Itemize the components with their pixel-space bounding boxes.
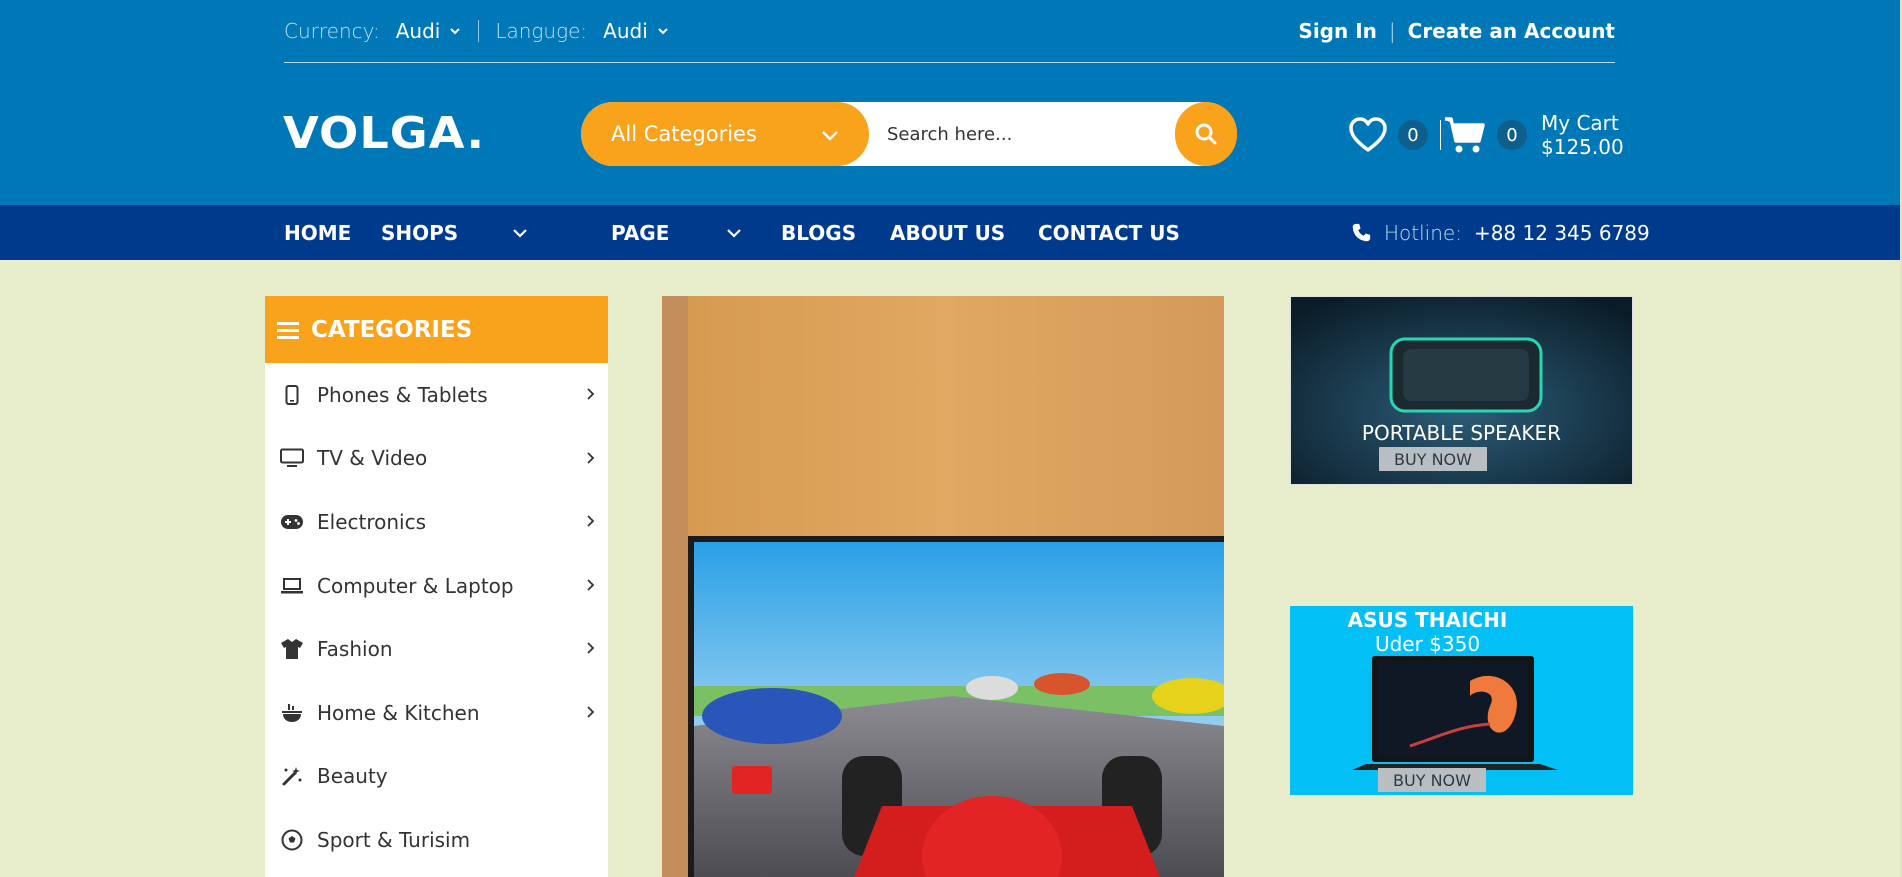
language-value: Audi [603,19,648,43]
category-label: TV & Video [317,446,428,471]
cart-icon[interactable] [1443,115,1487,155]
promo-banner-asus-thaichi[interactable]: ASUS THAICHI Uder $350 BUY NOW [1290,606,1633,795]
chevron-down-icon [658,28,668,35]
chevron-right-icon [587,706,595,718]
chevron-down-icon [450,28,461,35]
chevron-down-icon[interactable] [511,224,529,242]
site-logo[interactable]: VOLGA. [283,108,485,160]
search-bar: All Categories [581,102,1237,166]
nav-about-us[interactable]: ABOUT US [890,205,1005,260]
gamepad-icon [279,511,305,533]
cart-label: My Cart [1541,111,1619,135]
nav-shops[interactable]: SHOPS [381,205,458,260]
main-nav: HOME SHOPS PAGE BLOGS ABOUT US CONTACT U… [0,205,1900,260]
divider [478,20,480,42]
hotline-number[interactable]: +88 12 345 6789 [1474,221,1650,245]
chevron-right-icon [587,451,595,464]
magic-wand-icon [279,765,305,787]
category-item-sport-turisim[interactable]: Sport & Turisim [265,808,608,872]
laptop-icon [279,575,305,597]
category-item-beauty[interactable]: Beauty [265,745,608,809]
hotline-label: Hotline: [1384,220,1462,245]
divider: | [1388,19,1396,43]
nav-page[interactable]: PAGE [611,205,669,260]
category-label: Home & Kitchen [317,700,480,725]
tshirt-icon [279,638,305,660]
category-label: Electronics [317,509,427,534]
heart-icon[interactable] [1348,117,1388,153]
categories-title: CATEGORIES [311,316,473,343]
categories-sidebar: CATEGORIES Phones & Tablets TV & Video E… [265,296,608,877]
promo-title: PORTABLE SPEAKER [1361,421,1562,445]
category-label: Phones & Tablets [317,382,488,407]
chevron-right-icon [587,579,595,591]
currency-value: Audi [395,19,441,43]
header-actions: 0 0 My Cart $125.00 [1348,110,1624,160]
wishlist-count-badge: 0 [1398,120,1428,150]
category-item-fashion[interactable]: Fashion [265,617,608,681]
category-item-electronics[interactable]: Electronics [265,490,608,554]
buy-now-button[interactable]: BUY NOW [1378,768,1486,792]
category-label: Sport & Turisim [317,827,471,852]
hero-image [662,296,1224,877]
sign-in-link[interactable]: Sign In [1298,19,1376,43]
header-divider [284,62,1615,63]
category-dropdown[interactable]: All Categories [581,102,869,166]
category-label: Computer & Laptop [317,573,514,598]
phone-icon [279,384,305,406]
cart-summary[interactable]: My Cart $125.00 [1541,111,1624,159]
hero-banner[interactable] [662,296,1224,877]
promo-banner-portable-speaker[interactable]: PORTABLE SPEAKER BUY NOW [1290,296,1633,485]
site-header: Currency: Audi Languge: Audi Sign In | C… [0,0,1900,205]
search-input[interactable] [887,118,1177,150]
category-label: Fashion [317,637,393,662]
create-account-link[interactable]: Create an Account [1408,19,1615,43]
nav-home[interactable]: HOME [284,205,351,260]
category-label: Beauty [317,764,388,789]
chevron-right-icon [587,642,595,655]
chevron-down-icon [822,131,838,141]
nav-contact-us[interactable]: CONTACT US [1038,205,1180,260]
phone-call-icon [1352,223,1371,241]
soccer-ball-icon [279,829,305,851]
chevron-right-icon [587,515,595,527]
buy-now-button[interactable]: BUY NOW [1379,447,1487,471]
nav-blogs[interactable]: BLOGS [781,205,856,260]
divider [1440,120,1441,150]
hotline: Hotline: +88 12 345 6789 [1350,205,1650,260]
search-button[interactable] [1175,102,1237,166]
tv-icon [279,447,305,469]
search-icon [1195,123,1217,145]
cart-total: $125.00 [1541,135,1624,159]
language-select[interactable]: Audi [603,19,670,43]
chevron-down-icon[interactable] [725,224,743,242]
category-item-tv-video[interactable]: TV & Video [265,427,608,491]
chevron-right-icon [587,388,595,400]
category-dropdown-label: All Categories [611,122,757,146]
menu-icon [277,321,299,339]
category-item-computer-laptop[interactable]: Computer & Laptop [265,554,608,618]
kitchen-icon [279,702,305,724]
category-item-home-kitchen[interactable]: Home & Kitchen [265,681,608,745]
cart-count-badge: 0 [1497,120,1527,150]
currency-label: Currency: [284,19,380,43]
language-label: Languge: [495,19,588,43]
top-utility-bar: Currency: Audi Languge: Audi Sign In | C… [284,16,1615,46]
category-item-phones-tablets[interactable]: Phones & Tablets [265,363,608,427]
laptop-image [1352,656,1558,770]
categories-header[interactable]: CATEGORIES [265,296,608,363]
currency-select[interactable]: Audi [396,19,463,43]
